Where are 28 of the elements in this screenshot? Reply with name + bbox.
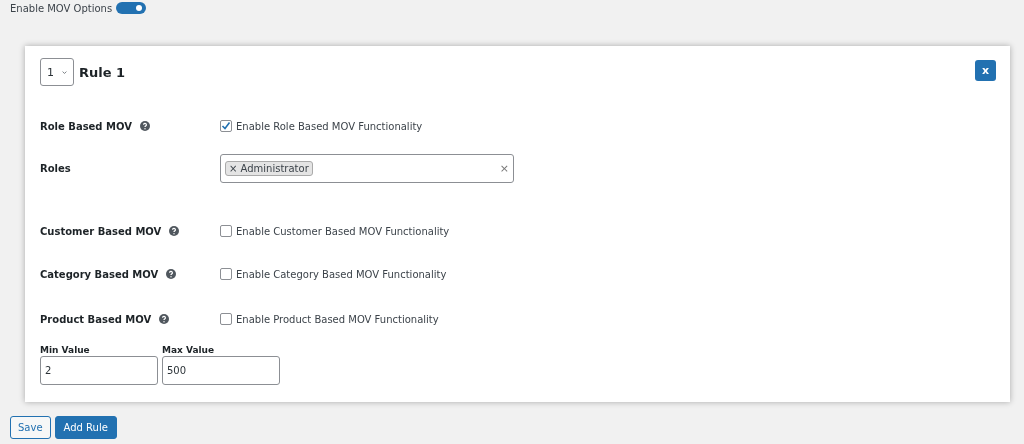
- value-field[interactable]: 500: [162, 356, 280, 385]
- checkbox[interactable]: [220, 313, 232, 325]
- clear-icon[interactable]: ×: [499, 162, 509, 175]
- rule-number-select[interactable]: 1: [40, 58, 74, 86]
- field-label: Customer Based MOV: [40, 225, 162, 237]
- field-label: Product Based MOV: [40, 313, 152, 325]
- value-label: Min Value: [40, 345, 91, 355]
- checkbox-label: Enable Product Based MOV Functionality: [236, 313, 439, 325]
- field-label: Roles: [40, 163, 71, 174]
- chevron-icon: [62, 69, 67, 75]
- save-button[interactable]: Save: [10, 416, 51, 439]
- checkbox[interactable]: [220, 268, 232, 280]
- toggle-label: Enable MOV Options: [10, 2, 113, 14]
- checkbox-label: Enable Category Based MOV Functionality: [236, 268, 447, 280]
- field-label: Category Based MOV: [40, 268, 159, 280]
- checkbox[interactable]: [220, 120, 232, 132]
- toggle-switch[interactable]: [116, 2, 147, 14]
- checkbox[interactable]: [220, 225, 232, 237]
- checkbox-label: Enable Role Based MOV Functionality: [236, 120, 423, 132]
- close-button[interactable]: x: [975, 60, 996, 81]
- value-label: Max Value: [162, 345, 216, 355]
- value-field[interactable]: 2: [40, 356, 158, 385]
- role-tag: × Administrator: [225, 161, 313, 176]
- rule-title: Rule 1: [79, 64, 126, 80]
- roles-field[interactable]: × Administrator ×: [220, 154, 514, 183]
- field-label: Role Based MOV: [40, 120, 132, 132]
- checkbox-label: Enable Customer Based MOV Functionality: [236, 225, 450, 237]
- add-rule-button[interactable]: Add Rule: [54, 416, 117, 439]
